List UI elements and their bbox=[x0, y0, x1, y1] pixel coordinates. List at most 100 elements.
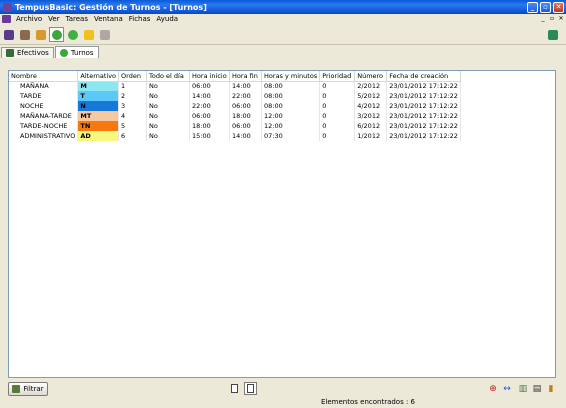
table-row[interactable]: MAÑANA-TARDE MT 4 No 06:00 18:00 12:00 0 3/2012 2… bbox=[9, 111, 461, 121]
door-exit-icon[interactable]: ▮ bbox=[545, 382, 557, 395]
exit-icon[interactable] bbox=[545, 27, 560, 42]
menu-ver[interactable]: Ver bbox=[45, 15, 62, 23]
cell-orden: 6 bbox=[118, 131, 148, 141]
mdi-close-button[interactable]: ✕ bbox=[557, 15, 565, 23]
view-single-page-button[interactable] bbox=[228, 382, 241, 395]
col-hora-fin[interactable]: Hora fin bbox=[229, 71, 263, 82]
document-menu-icon[interactable] bbox=[2, 15, 11, 23]
cell-horas-minutos: 08:00 bbox=[261, 81, 321, 91]
tab-bar: Efectivos Turnos bbox=[0, 46, 566, 58]
cell-numero: 3/2012 bbox=[354, 111, 388, 121]
cell-numero: 4/2012 bbox=[354, 101, 388, 111]
close-button[interactable]: ✕ bbox=[553, 1, 564, 13]
cell-horas-minutos: 12:00 bbox=[261, 111, 321, 121]
cell-hora-fin: 14:00 bbox=[229, 131, 263, 141]
menu-archivo[interactable]: Archivo bbox=[13, 15, 45, 23]
cell-nombre: MAÑANA-TARDE bbox=[9, 111, 79, 121]
filter-icon bbox=[12, 385, 21, 393]
cell-alternativo: T bbox=[77, 91, 120, 101]
filter-button[interactable]: Filtrar bbox=[8, 382, 48, 396]
cell-prioridad: 0 bbox=[319, 91, 356, 101]
table-row[interactable]: TARDE T 2 No 14:00 22:00 08:00 0 5/2012 23/01/201… bbox=[9, 91, 461, 101]
col-numero[interactable]: Número bbox=[354, 71, 388, 82]
cell-alternativo: AD bbox=[77, 131, 120, 141]
col-todo-el-dia[interactable]: Todo el día bbox=[146, 71, 191, 82]
tab-turnos[interactable]: Turnos bbox=[54, 46, 99, 58]
view-two-pages-button[interactable] bbox=[244, 382, 257, 395]
cell-hora-fin: 18:00 bbox=[229, 111, 263, 121]
cell-todo-el-dia: No bbox=[146, 101, 191, 111]
cell-alternativo: M bbox=[77, 81, 120, 91]
tab-efectivos-label: Efectivos bbox=[17, 49, 49, 57]
cell-horas-minutos: 12:00 bbox=[261, 121, 321, 131]
cell-todo-el-dia: No bbox=[146, 111, 191, 121]
cell-fecha-creacion: 23/01/2012 17:12:22 bbox=[386, 131, 461, 141]
menu-bar: Archivo Ver Tareas Ventana Fichas Ayuda … bbox=[0, 14, 566, 24]
cell-nombre: ADMINISTRATIVO bbox=[9, 131, 79, 141]
cell-alternativo: MT bbox=[77, 111, 120, 121]
status-bar: Elementos encontrados : 6 bbox=[321, 398, 415, 406]
swap-arrows-icon[interactable]: ↔ bbox=[501, 382, 513, 395]
cell-fecha-creacion: 23/01/2012 17:12:22 bbox=[386, 91, 461, 101]
cell-nombre: TARDE-NOCHE bbox=[9, 121, 79, 131]
col-alternativo[interactable]: Alternativo bbox=[77, 71, 120, 82]
mdi-minimize-button[interactable]: _ bbox=[539, 15, 547, 23]
shifts-table: Nombre Alternativo Orden Todo el día Hor… bbox=[9, 71, 461, 141]
table-row[interactable]: TARDE-NOCHE TN 5 No 18:00 06:00 12:00 0 6/2012 23… bbox=[9, 121, 461, 131]
toolbar bbox=[0, 25, 566, 45]
cell-todo-el-dia: No bbox=[146, 91, 191, 101]
page-icon bbox=[231, 384, 238, 393]
app-icon bbox=[3, 2, 12, 12]
cell-alternativo: N bbox=[77, 101, 120, 111]
menu-tareas[interactable]: Tareas bbox=[63, 15, 91, 23]
trash-icon[interactable]: ▥ bbox=[517, 382, 529, 395]
tab-efectivos[interactable]: Efectivos bbox=[1, 47, 54, 58]
cell-hora-fin: 06:00 bbox=[229, 101, 263, 111]
lightning-icon[interactable] bbox=[81, 27, 96, 42]
pages-icon bbox=[247, 384, 254, 393]
col-orden[interactable]: Orden bbox=[118, 71, 148, 82]
shifts-grid[interactable]: Nombre Alternativo Orden Todo el día Hor… bbox=[8, 70, 556, 378]
cell-hora-inicio: 22:00 bbox=[189, 101, 231, 111]
col-nombre[interactable]: Nombre bbox=[9, 71, 79, 82]
cell-hora-fin: 22:00 bbox=[229, 91, 263, 101]
table-row[interactable]: ADMINISTRATIVO AD 6 No 15:00 14:00 07:30 0 1/201… bbox=[9, 131, 461, 141]
cell-prioridad: 0 bbox=[319, 131, 356, 141]
cell-hora-inicio: 06:00 bbox=[189, 81, 231, 91]
menu-fichas[interactable]: Fichas bbox=[126, 15, 154, 23]
minimize-button[interactable]: _ bbox=[527, 1, 538, 13]
cell-prioridad: 0 bbox=[319, 111, 356, 121]
menu-ayuda[interactable]: Ayuda bbox=[153, 15, 181, 23]
mdi-restore-button[interactable]: ▫ bbox=[548, 15, 556, 23]
cell-hora-inicio: 15:00 bbox=[189, 131, 231, 141]
person-icon[interactable] bbox=[33, 27, 48, 42]
col-horas-minutos[interactable]: Horas y minutos bbox=[261, 71, 321, 82]
shifts-toolbar-icon[interactable] bbox=[49, 27, 64, 42]
cell-orden: 5 bbox=[118, 121, 148, 131]
title-bar[interactable]: TempusBasic: Gestión de Turnos - [Turnos… bbox=[0, 0, 566, 14]
cell-hora-fin: 14:00 bbox=[229, 81, 263, 91]
table-row[interactable]: NOCHE N 3 No 22:00 06:00 08:00 0 4/2012 23/01/201… bbox=[9, 101, 461, 111]
books-icon[interactable] bbox=[1, 27, 16, 42]
cell-todo-el-dia: No bbox=[146, 81, 191, 91]
cell-fecha-creacion: 23/01/2012 17:12:22 bbox=[386, 101, 461, 111]
col-prioridad[interactable]: Prioridad bbox=[319, 71, 356, 82]
cell-numero: 1/2012 bbox=[354, 131, 388, 141]
cell-fecha-creacion: 23/01/2012 17:12:22 bbox=[386, 121, 461, 131]
recycle-icon[interactable] bbox=[65, 27, 80, 42]
cell-horas-minutos: 07:30 bbox=[261, 131, 321, 141]
menu-ventana[interactable]: Ventana bbox=[91, 15, 126, 23]
maximize-button[interactable]: ▫ bbox=[540, 1, 551, 13]
calendar-icon[interactable] bbox=[97, 27, 112, 42]
col-hora-inicio[interactable]: Hora inicio bbox=[189, 71, 231, 82]
cell-hora-inicio: 06:00 bbox=[189, 111, 231, 121]
table-row[interactable]: MAÑANA M 1 No 06:00 14:00 08:00 0 2/2012 23/01/20… bbox=[9, 81, 461, 91]
tools-icon[interactable] bbox=[17, 27, 32, 42]
cell-fecha-creacion: 23/01/2012 17:12:22 bbox=[386, 81, 461, 91]
cell-horas-minutos: 08:00 bbox=[261, 101, 321, 111]
lifebuoy-icon[interactable]: ⊕ bbox=[487, 382, 499, 395]
window-title: TempusBasic: Gestión de Turnos - [Turnos… bbox=[15, 2, 207, 12]
cell-prioridad: 0 bbox=[319, 81, 356, 91]
col-fecha-creacion[interactable]: Fecha de creación bbox=[386, 71, 461, 82]
document-icon[interactable]: ▤ bbox=[531, 382, 543, 395]
